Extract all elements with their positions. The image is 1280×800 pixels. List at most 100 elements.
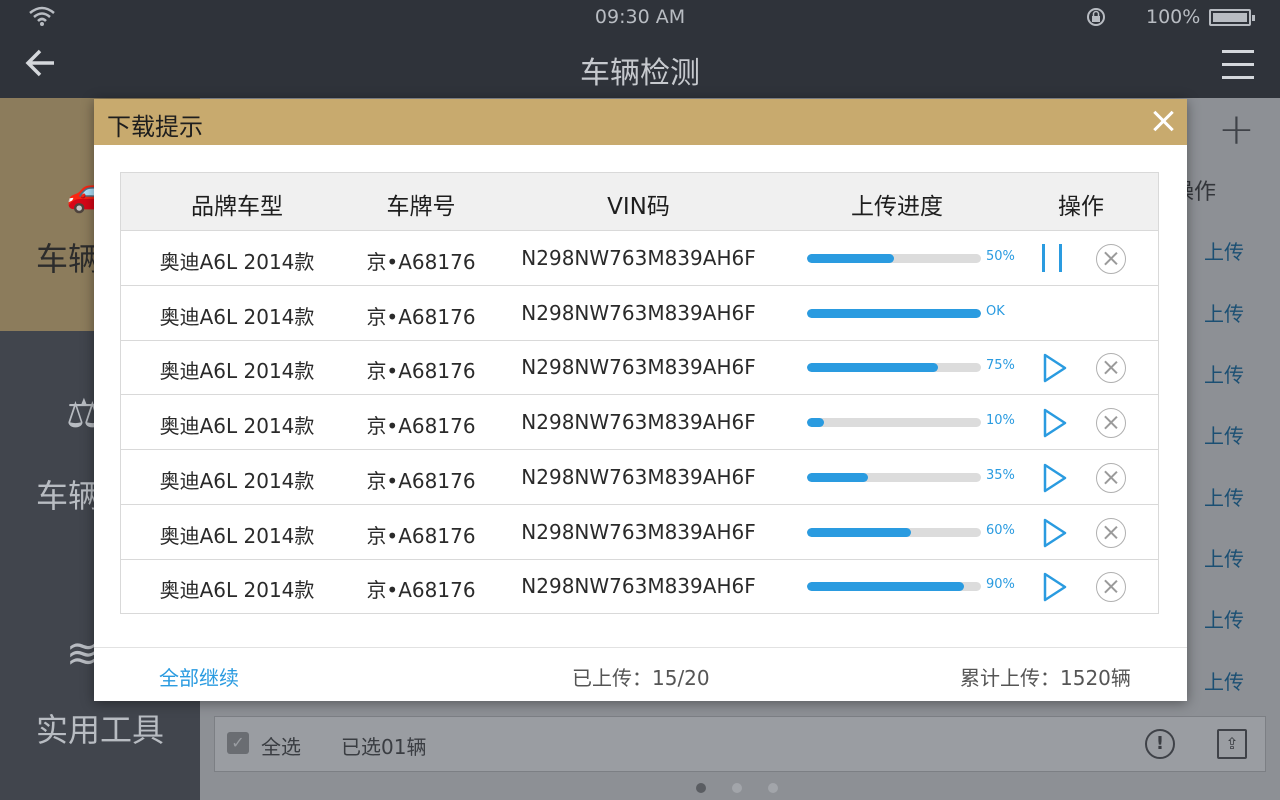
column-header-plate: 车牌号: [386, 194, 456, 220]
select-all-label: 全选: [261, 735, 301, 759]
progress-label: 50%: [986, 249, 1015, 264]
cancel-icon[interactable]: [1096, 353, 1126, 384]
column-header-vin: VIN码: [607, 194, 670, 220]
column-header-actions: 操作: [1058, 194, 1104, 220]
upload-link[interactable]: 上传: [1204, 298, 1244, 327]
cancel-icon[interactable]: [1096, 408, 1126, 439]
play-icon[interactable]: [1039, 571, 1069, 603]
sidebar-item-label: 车辆: [36, 477, 101, 515]
column-header-progress: 上传进度: [851, 194, 943, 220]
cell-model: 奥迪A6L 2014款: [159, 414, 315, 439]
progress-bar: [807, 418, 981, 428]
cell-vin: N298NW763M839AH6F: [521, 246, 756, 270]
cell-plate: 京•A68176: [366, 523, 476, 548]
table-row: 奥迪A6L 2014款 京•A68176 N298NW763M839AH6F 90%: [121, 560, 1158, 614]
upload-link[interactable]: 上传: [1204, 543, 1244, 572]
menu-icon[interactable]: [1222, 50, 1254, 80]
progress-fill: [807, 418, 825, 428]
cell-plate: 京•A68176: [366, 304, 476, 329]
selected-count: 已选01辆: [341, 735, 427, 759]
progress-fill: [807, 472, 868, 482]
progress-fill: [807, 254, 894, 263]
progress-fill: [807, 582, 964, 592]
upload-link[interactable]: 上传: [1204, 359, 1244, 388]
progress-label: 35%: [986, 467, 1015, 483]
status-bar: 09:30 AM 100%: [0, 0, 1280, 34]
upload-link[interactable]: 上传: [1204, 482, 1244, 511]
upload-link[interactable]: 上传: [1204, 604, 1244, 633]
table-row: 奥迪A6L 2014款 京•A68176 N298NW763M839AH6F 10%: [121, 396, 1158, 451]
cell-model: 奥迪A6L 2014款: [159, 578, 315, 603]
table-header: 品牌车型 车牌号 VIN码 上传进度 操作: [121, 173, 1158, 231]
cancel-icon[interactable]: [1096, 517, 1126, 548]
sidebar-item-label: 实用工具: [36, 711, 165, 749]
progress-label: 75%: [986, 358, 1015, 374]
cell-vin: N298NW763M839AH6F: [521, 300, 756, 325]
cell-model: 奥迪A6L 2014款: [159, 304, 315, 329]
battery-percent: 100%: [1146, 6, 1201, 28]
table-row: 奥迪A6L 2014款 京•A68176 N298NW763M839AH6F 35%: [121, 451, 1158, 505]
play-icon[interactable]: [1039, 352, 1069, 384]
progress-bar: [807, 363, 981, 373]
cell-model: 奥迪A6L 2014款: [159, 359, 315, 384]
upload-link[interactable]: 上传: [1204, 666, 1244, 695]
upload-link[interactable]: 上传: [1204, 236, 1244, 265]
cell-plate: 京•A68176: [366, 578, 476, 603]
export-icon[interactable]: ⇪: [1217, 729, 1247, 759]
page-title: 车辆检测: [580, 56, 700, 91]
cell-vin: N298NW763M839AH6F: [521, 464, 756, 489]
progress-bar: [807, 472, 981, 482]
table-row: 奥迪A6L 2014款 京•A68176 N298NW763M839AH6F 60%: [121, 506, 1158, 560]
table-row: 奥迪A6L 2014款 京•A68176 N298NW763M839AH6F 50%: [121, 232, 1158, 286]
table-row: 奥迪A6L 2014款 京•A68176 N298NW763M839AH6F 75%: [121, 341, 1158, 396]
page-indicator: [696, 778, 804, 797]
sidebar-item-label: 车辆: [36, 240, 101, 278]
close-icon[interactable]: [1148, 105, 1180, 137]
progress-bar: [807, 582, 981, 592]
progress-fill: [807, 308, 981, 318]
progress-bar: [807, 254, 981, 263]
cell-model: 奥迪A6L 2014款: [159, 523, 315, 548]
dialog-title: 下载提示: [107, 113, 203, 141]
column-header-model: 品牌车型: [191, 194, 283, 220]
download-dialog: 下载提示 品牌车型 车牌号 VIN码 上传进度 操作 奥迪A6L 2014款京•…: [94, 99, 1187, 701]
progress-fill: [807, 527, 912, 537]
plus-icon[interactable]: +: [1218, 104, 1255, 155]
lock-icon: [1087, 8, 1105, 26]
cancel-icon[interactable]: [1096, 572, 1126, 603]
uploaded-count: 已上传：15/20: [572, 666, 710, 690]
dialog-footer: 全部继续 已上传：15/20 累计上传：1520辆: [94, 647, 1187, 701]
cell-vin: N298NW763M839AH6F: [521, 410, 756, 435]
progress-label: 10%: [986, 413, 1015, 429]
progress-label: 90%: [986, 577, 1015, 593]
cell-plate: 京•A68176: [366, 250, 476, 274]
cell-plate: 京•A68176: [366, 359, 476, 384]
cell-plate: 京•A68176: [366, 414, 476, 439]
progress-fill: [807, 363, 938, 373]
cell-model: 奥迪A6L 2014款: [159, 250, 315, 274]
select-all-checkbox[interactable]: ✓: [227, 732, 249, 754]
progress-bar: [807, 308, 981, 318]
cell-vin: N298NW763M839AH6F: [521, 519, 756, 544]
cell-plate: 京•A68176: [366, 468, 476, 493]
play-icon[interactable]: [1039, 462, 1069, 494]
resume-all-button[interactable]: 全部继续: [159, 662, 239, 691]
cell-vin: N298NW763M839AH6F: [521, 355, 756, 380]
warning-icon[interactable]: !: [1145, 729, 1175, 759]
play-icon[interactable]: [1039, 407, 1069, 439]
cancel-icon[interactable]: [1096, 244, 1126, 274]
progress-label: 60%: [986, 522, 1015, 538]
dialog-header: 下载提示: [94, 99, 1187, 145]
play-icon[interactable]: [1039, 517, 1069, 549]
upload-link[interactable]: 上传: [1204, 420, 1244, 449]
upload-table: 品牌车型 车牌号 VIN码 上传进度 操作 奥迪A6L 2014款京•A6817…: [120, 172, 1159, 614]
progress-label: OK: [986, 303, 1005, 319]
cell-vin: N298NW763M839AH6F: [521, 574, 756, 599]
progress-bar: [807, 527, 981, 537]
cell-model: 奥迪A6L 2014款: [159, 468, 315, 493]
cancel-icon[interactable]: [1096, 462, 1126, 493]
total-uploaded: 累计上传：1520辆: [960, 666, 1131, 690]
pause-icon[interactable]: [1039, 244, 1065, 274]
bottom-toolbar: ✓ 全选 已选01辆 ! ⇪: [214, 716, 1266, 772]
title-bar: 车辆检测: [0, 34, 1280, 98]
